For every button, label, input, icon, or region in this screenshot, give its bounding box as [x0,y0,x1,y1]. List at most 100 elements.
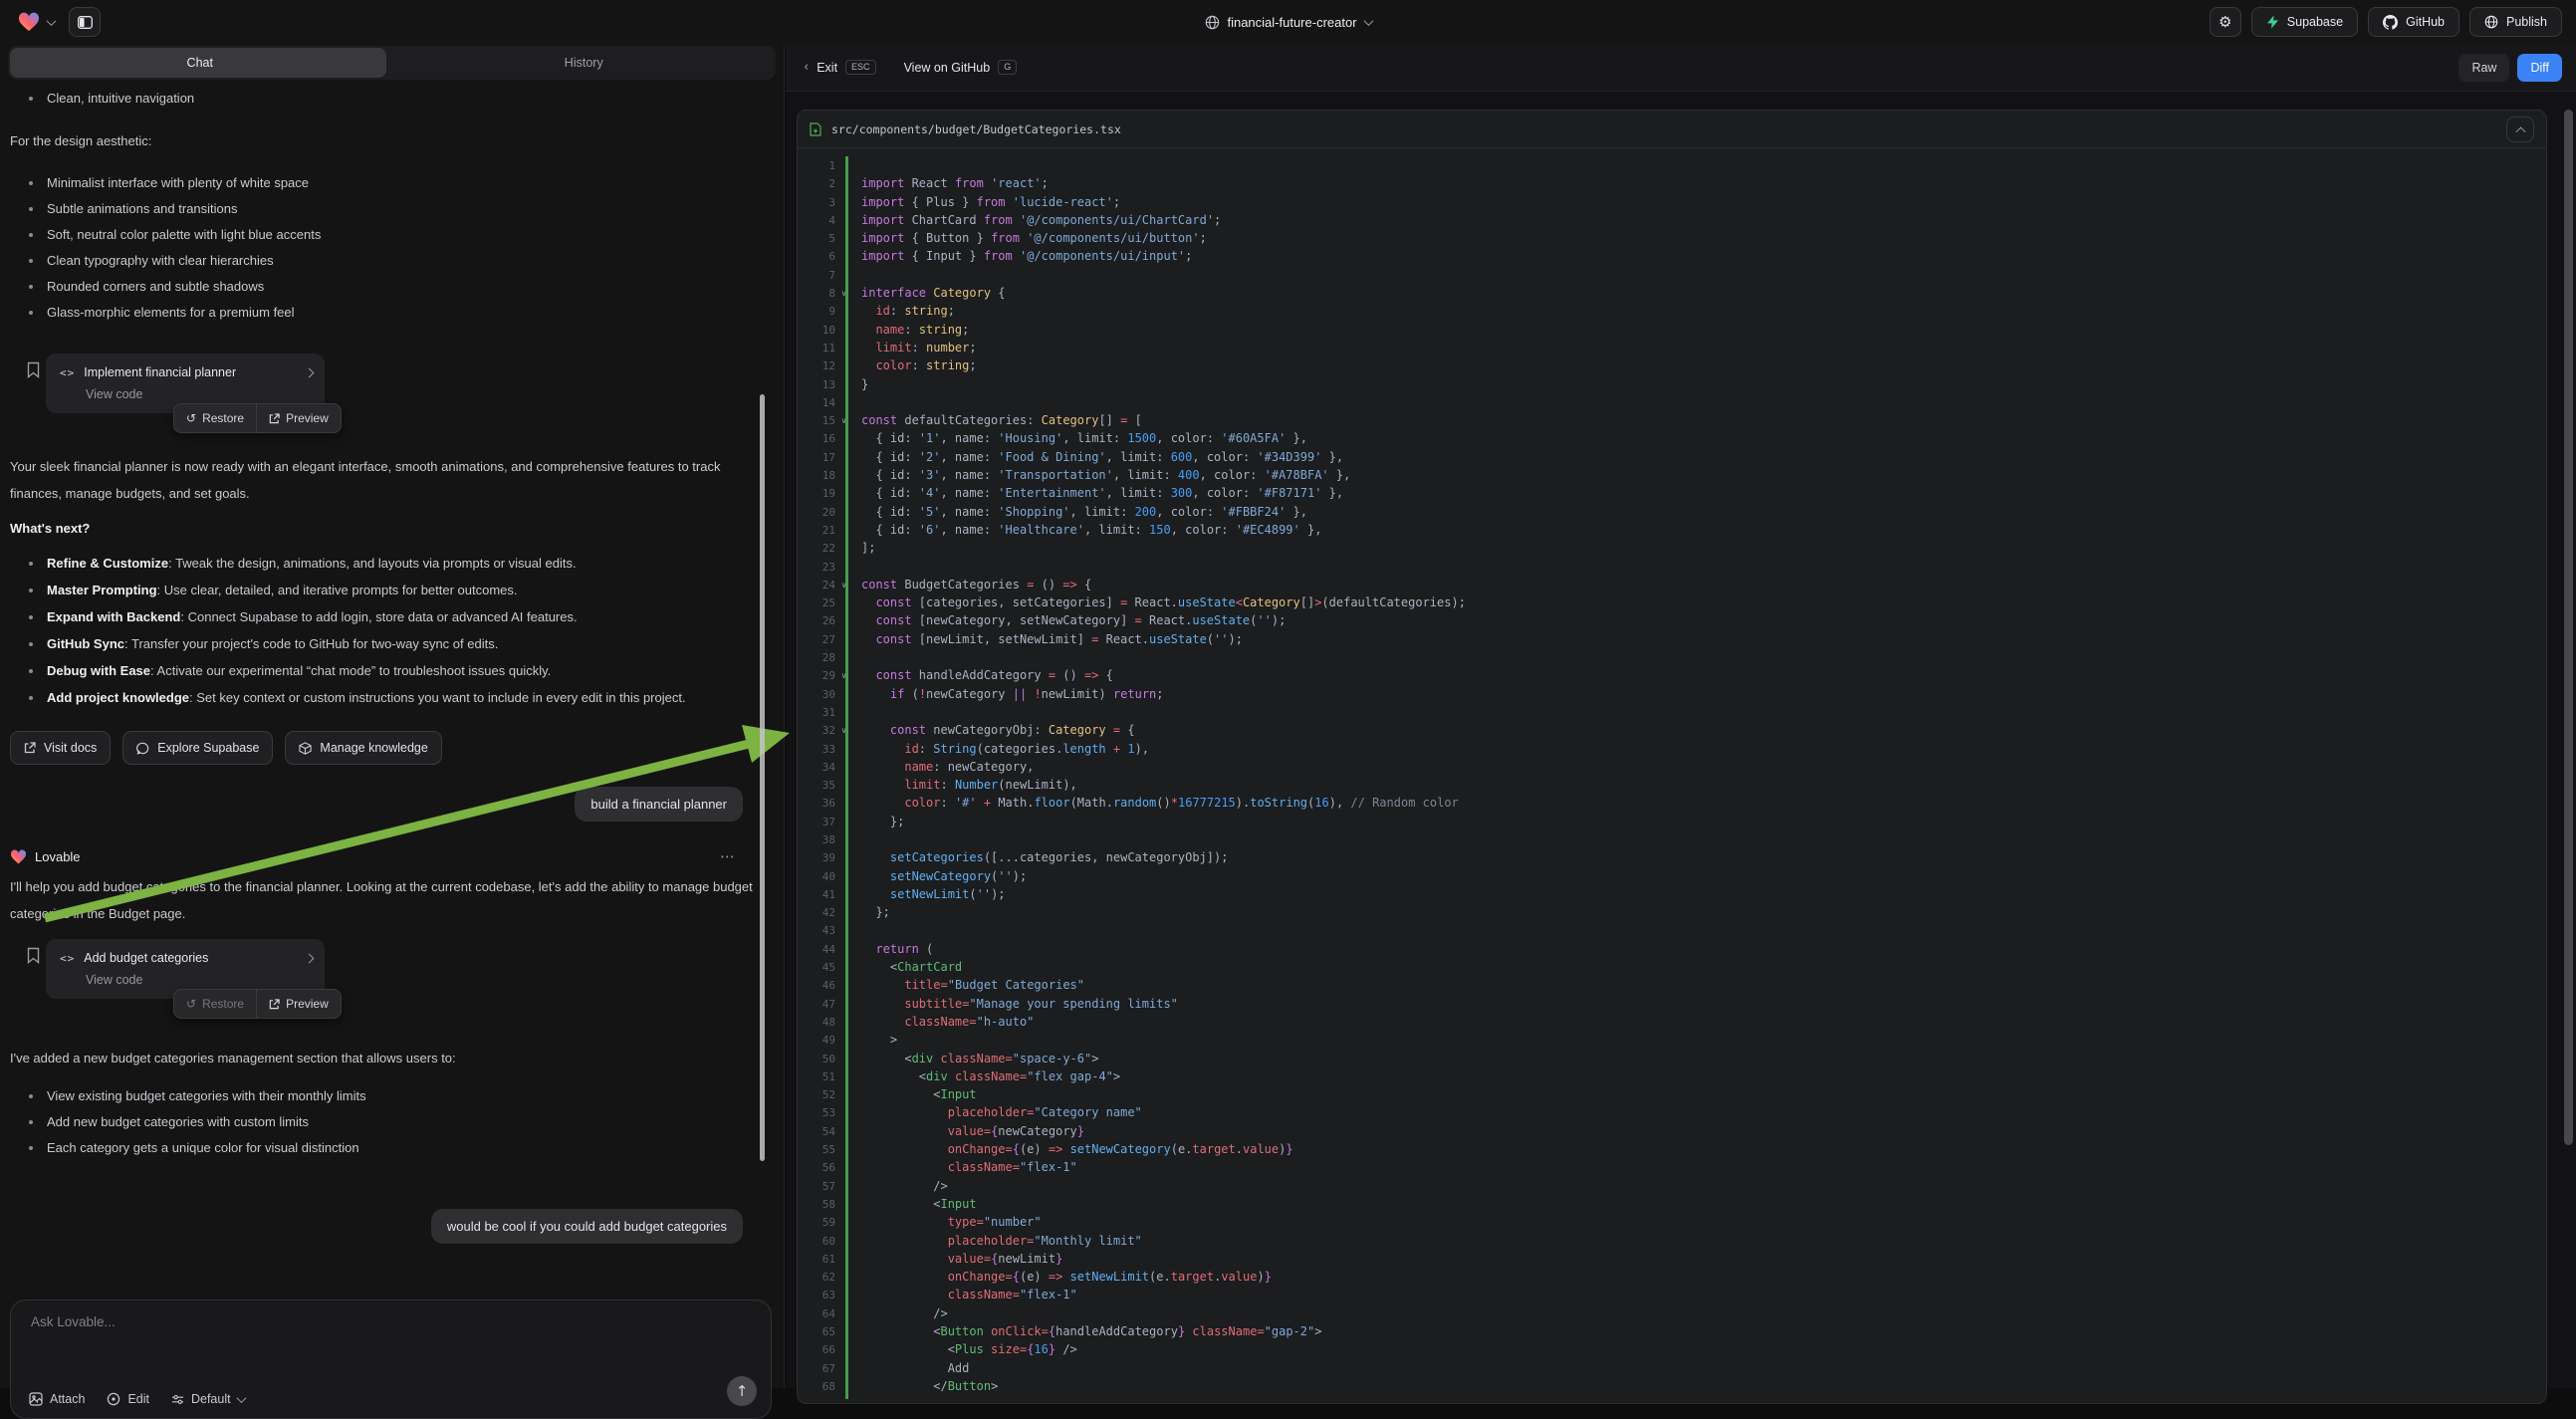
code-line: 30 if (!newCategory || !newLimit) return… [808,685,2546,703]
file-path: src/components/budget/BudgetCategories.t… [831,122,2496,136]
topbar: financial-future-creator ⚙ Supabase GitH… [0,0,2576,44]
code-line: 23 [808,558,2546,576]
code-line: 2import React from 'react'; [808,174,2546,192]
chevron-right-icon [305,953,315,963]
edit-mode-button[interactable]: Edit [107,1392,149,1406]
code-line: 62 onChange={(e) => setNewLimit(e.target… [808,1268,2546,1286]
view-on-github-button[interactable]: View on GitHub G [904,60,1018,75]
code-scrollbar[interactable] [2564,110,2573,1145]
github-button[interactable]: GitHub [2368,7,2459,37]
code-line: 52 <Input [808,1085,2546,1103]
visit-docs-button[interactable]: Visit docs [10,731,111,765]
panel-left-icon [78,16,93,29]
whats-next-list: Refine & Customize: Tweak the design, an… [10,550,755,711]
design-bullet-list: Minimalist interface with plenty of whit… [10,170,755,326]
code-line: 4import ChartCard from '@/components/ui/… [808,211,2546,229]
code-editor[interactable]: 12import React from 'react';3import { Pl… [798,148,2546,1403]
user-message-bubble: would be cool if you could add budget ca… [431,1209,743,1244]
code-line: 38 [808,830,2546,848]
whats-next-heading: What's next? [10,521,755,536]
chat-history-tabs: Chat History [8,46,776,80]
file-path-bar[interactable]: src/components/budget/BudgetCategories.t… [798,111,2546,148]
code-line: 51 <div className="flex gap-4"> [808,1067,2546,1085]
external-link-icon [24,742,36,754]
restore-button[interactable]: ↺ Restore [174,411,256,425]
supabase-button[interactable]: Supabase [2251,7,2358,37]
logo-menu-chevron-icon[interactable] [47,16,57,26]
code-line: 66 <Plus size={16} /> [808,1340,2546,1358]
lovable-logo-icon[interactable] [18,12,40,32]
code-line: 60 placeholder="Monthly limit" [808,1232,2546,1250]
code-view-panel: ‹ Exit ESC View on GitHub G Raw Diff src… [786,44,2576,1388]
esc-keycap: ESC [845,60,876,75]
exit-button[interactable]: ‹ Exit ESC [804,60,876,75]
code-line: 5import { Button } from '@/components/ui… [808,229,2546,247]
raw-toggle-button[interactable]: Raw [2459,54,2509,82]
edit-card-add-budget-categories[interactable]: <> Add budget categories View code ↺ Res… [46,939,325,999]
chat-input[interactable] [31,1314,751,1329]
message-menu-button[interactable]: ⋯ [720,847,737,865]
project-menu-chevron-icon[interactable] [1363,16,1373,26]
code-line: 63 className="flex-1" [808,1286,2546,1303]
image-icon [29,1392,43,1406]
code-line: 1 [808,156,2546,174]
preview-button[interactable]: Preview [257,411,341,425]
toggle-sidebar-button[interactable] [69,7,101,37]
attach-button[interactable]: Attach [29,1392,85,1406]
project-name[interactable]: financial-future-creator [1227,15,1356,30]
code-line: 65 <Button onClick={handleAddCategory} c… [808,1322,2546,1340]
assistant-message: I've added a new budget categories manag… [10,1045,755,1071]
code-line: 37 }; [808,813,2546,830]
code-line: 36 color: '#' + Math.floor(Math.random()… [808,794,2546,812]
restore-button[interactable]: ↺ Restore [174,997,256,1011]
code-line: 57 /> [808,1177,2546,1195]
collapse-file-button[interactable] [2506,117,2534,142]
code-line: 15∨const defaultCategories: Category[] =… [808,411,2546,429]
user-message-bubble: build a financial planner [575,787,743,822]
code-line: 22]; [808,539,2546,557]
version-card-row: <> Implement financial planner View code… [10,354,755,413]
g-keycap: G [998,60,1017,75]
code-line: 53 placeholder="Category name" [808,1103,2546,1121]
list-item: Debug with Ease: Activate our experiment… [10,657,755,684]
code-line: 20 { id: '5', name: 'Shopping', limit: 2… [808,503,2546,521]
chat-scrollbar[interactable] [760,394,765,1161]
send-button[interactable]: ↑ [727,1376,757,1406]
assistant-name: Lovable [35,849,81,864]
code-line: 39 setCategories([...categories, newCate… [808,848,2546,866]
code-line: 46 title="Budget Categories" [808,976,2546,994]
code-line: 55 onChange={(e) => setNewCategory(e.tar… [808,1140,2546,1158]
bookmark-icon[interactable] [27,947,40,964]
code-line: 56 className="flex-1" [808,1158,2546,1176]
globe-icon [1204,15,1219,30]
chat-message-list[interactable]: Clean, intuitive navigation For the desi… [0,84,785,1299]
tab-chat[interactable]: Chat [8,46,392,80]
diff-toggle-button[interactable]: Diff [2517,54,2562,82]
code-line: 13} [808,375,2546,393]
code-line: 33 id: String(categories.length + 1), [808,740,2546,758]
settings-button[interactable]: ⚙ [2210,7,2241,37]
code-line: 10 name: string; [808,321,2546,339]
publish-button[interactable]: Publish [2469,7,2562,37]
code-brackets-icon: <> [60,952,75,965]
tab-history[interactable]: History [392,46,777,80]
edit-card-implement-financial-planner[interactable]: <> Implement financial planner View code… [46,354,325,413]
chevron-up-icon [2515,126,2525,136]
file-diff-card: src/components/budget/BudgetCategories.t… [797,110,2547,1404]
code-line: 64 /> [808,1304,2546,1322]
assistant-message: I'll help you add budget categories to t… [10,873,755,927]
model-selector[interactable]: Default [171,1392,245,1406]
bookmark-icon[interactable] [27,361,40,378]
list-item: Each category gets a unique color for vi… [10,1135,755,1161]
manage-knowledge-button[interactable]: Manage knowledge [285,731,441,765]
lovable-heart-icon [10,849,27,864]
list-item: Glass-morphic elements for a premium fee… [10,300,755,326]
restore-preview-pill: ↺ Restore Preview [173,403,342,433]
code-line: 47 subtitle="Manage your spending limits… [808,995,2546,1013]
code-line: 28 [808,648,2546,666]
code-line: 49 > [808,1031,2546,1049]
explore-supabase-button[interactable]: Explore Supabase [122,731,273,765]
preview-button[interactable]: Preview [257,997,341,1011]
list-item: Soft, neutral color palette with light b… [10,222,755,248]
code-line: 42 }; [808,903,2546,921]
